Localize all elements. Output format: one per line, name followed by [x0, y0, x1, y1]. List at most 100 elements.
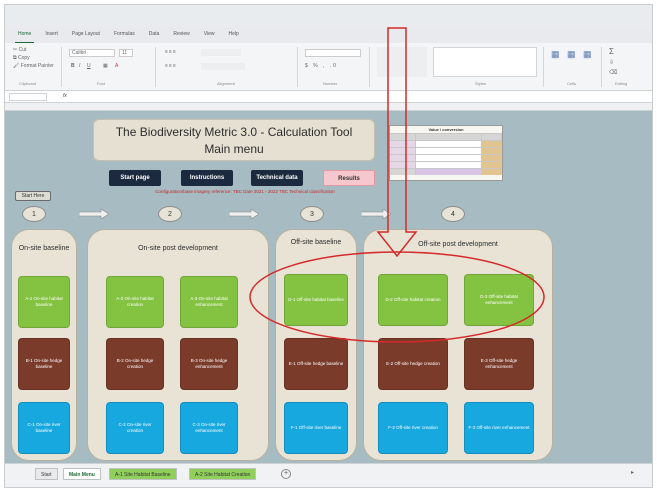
panel-title: Off-site baseline: [290, 239, 342, 246]
step-arrow: [79, 209, 109, 219]
sheet-tab-start[interactable]: Start: [35, 468, 58, 480]
fill-icon[interactable]: ⇩: [609, 59, 614, 66]
card-e1-offsite-hedge-baseline[interactable]: E-1 Off-site hedge baseline: [284, 338, 348, 390]
italic-icon[interactable]: I: [79, 63, 80, 69]
panel-on-site-post-development: On-site post development A-2 On-site hab…: [87, 229, 269, 461]
panel-off-site-post-development: Off-site post development D-2 Off-site h…: [363, 229, 553, 461]
panel-on-site-baseline: On-site baseline A-1 On-site habitat bas…: [11, 229, 77, 461]
format-cells-icon[interactable]: ▦: [583, 49, 592, 60]
card-a2-onsite-habitat-creation[interactable]: A-2 On-site habitat creation: [106, 276, 164, 328]
step-3-circle: 3: [300, 206, 324, 222]
number-format-icons[interactable]: $ % , .0: [305, 63, 338, 69]
delete-cells-icon[interactable]: ▦: [567, 49, 576, 60]
insert-cells-icon[interactable]: ▦: [551, 49, 560, 60]
screenshot-frame: Home Insert Page Layout Formulas Data Re…: [4, 4, 653, 488]
step-1-circle: 1: [22, 206, 46, 222]
format-painter-button[interactable]: 🖌 Format Painter: [13, 63, 54, 69]
number-format-select[interactable]: [305, 49, 361, 57]
group-label-clipboard: Clipboard: [19, 81, 37, 86]
card-c1-onsite-river-baseline[interactable]: C-1 On-site river baseline: [18, 402, 70, 454]
name-box[interactable]: [9, 93, 47, 101]
card-e2-offsite-hedge-creation[interactable]: E-2 Off-site hedge creation: [378, 338, 448, 390]
panel-title: On-site baseline: [18, 245, 70, 252]
panel-title: Off-site post development: [418, 241, 498, 248]
ribbon-divider: [601, 47, 602, 87]
start-page-button[interactable]: Start page: [109, 170, 161, 186]
card-a3-onsite-habitat-enhancement[interactable]: A-3 On-site habitat enhancement: [180, 276, 238, 328]
merge-center-button[interactable]: [201, 63, 245, 70]
step-arrow: [229, 209, 259, 219]
fx-icon[interactable]: fx: [63, 93, 67, 99]
group-label-cells: Cells: [567, 81, 576, 86]
title-line-2: Main menu: [204, 142, 264, 156]
bold-icon[interactable]: B: [71, 63, 75, 69]
scroll-right-icon[interactable]: ▸: [631, 469, 634, 476]
cut-button[interactable]: ✂ Cut: [13, 47, 26, 53]
card-f3-offsite-river-enhancement[interactable]: F-3 Off-site river enhancement: [464, 402, 534, 454]
ribbon-divider: [369, 47, 370, 87]
card-d1-offsite-habitat-baseline[interactable]: D-1 Off-site habitat baseline: [284, 274, 348, 326]
group-label-editing: Editing: [615, 81, 628, 86]
formula-bar: fx: [5, 91, 652, 103]
font-name-select[interactable]: Calibri: [69, 49, 115, 57]
group-label-font: Font: [97, 81, 106, 86]
tab-review[interactable]: Review: [170, 31, 192, 43]
wrap-text-button[interactable]: [201, 49, 241, 56]
window-top-strip: [5, 5, 652, 27]
conversions-table: Value / conversion: [389, 125, 503, 181]
ribbon-divider: [61, 47, 62, 87]
card-f1-offsite-river-baseline[interactable]: F-1 Off-site river baseline: [284, 402, 348, 454]
card-d2-offsite-habitat-creation[interactable]: D-2 Off-site habitat creation: [378, 274, 448, 326]
align-top-icons[interactable]: ≡≡≡: [165, 49, 177, 55]
card-c3-onsite-river-enhancement[interactable]: C-3 On-site river enhancement: [180, 402, 238, 454]
card-b1-onsite-hedge-baseline[interactable]: B-1 On-site hedge baseline: [18, 338, 70, 390]
underline-icon[interactable]: U: [87, 63, 91, 69]
tab-formulas[interactable]: Formulas: [111, 31, 138, 43]
panel-title: On-site post development: [138, 245, 218, 252]
group-label-alignment: Alignment: [217, 81, 235, 86]
tab-data[interactable]: Data: [146, 31, 163, 43]
font-size-select[interactable]: 11: [119, 49, 133, 57]
tab-help[interactable]: Help: [226, 31, 242, 43]
ribbon-divider: [297, 47, 298, 87]
borders-icon[interactable]: ▦: [103, 63, 108, 69]
autosum-icon[interactable]: Σ: [609, 47, 614, 56]
sheet-tab-a1-site-habitat-baseline[interactable]: A-1 Site Habitat Baseline: [109, 468, 177, 480]
sheet-tab-a2-site-habitat-creation[interactable]: A-2 Site Habitat Creation: [189, 468, 257, 480]
ribbon-divider: [155, 47, 156, 87]
card-c2-onsite-river-creation[interactable]: C-2 On-site river creation: [106, 402, 164, 454]
step-arrow: [361, 209, 391, 219]
align-left-icons[interactable]: ≡≡≡: [165, 63, 177, 69]
tab-insert[interactable]: Insert: [42, 31, 61, 43]
copy-button[interactable]: ⧉ Copy: [13, 55, 30, 61]
technical-data-button[interactable]: Technical data: [251, 170, 303, 186]
clear-icon[interactable]: ⌫: [609, 69, 617, 76]
card-b2-onsite-hedge-creation[interactable]: B-2 On-site hedge creation: [106, 338, 164, 390]
column-headers: [5, 103, 652, 111]
tab-home[interactable]: Home: [15, 31, 35, 43]
formula-input[interactable]: [77, 93, 637, 101]
conversions-title: Value / conversion: [428, 127, 464, 132]
add-sheet-icon[interactable]: +: [281, 469, 291, 479]
instructions-button[interactable]: Instructions: [181, 170, 233, 186]
card-f2-offsite-river-creation[interactable]: F-2 Off-site river creation: [378, 402, 448, 454]
card-d3-offsite-habitat-enhancement[interactable]: D-3 Off-site habitat enhancement: [464, 274, 534, 326]
cell-styles-gallery[interactable]: [433, 47, 537, 77]
title-line-1: The Biodiversity Metric 3.0 - Calculatio…: [115, 125, 353, 139]
card-e3-offsite-hedge-enhancement[interactable]: E-3 Off-site hedge enhancement: [464, 338, 534, 390]
disclaimer-text: Configuration/base imagery reference: TB…: [155, 189, 335, 194]
tab-page-layout[interactable]: Page Layout: [69, 31, 103, 43]
group-label-number: Number: [323, 81, 338, 86]
results-button[interactable]: Results: [323, 170, 375, 186]
sheet-tabs-bar: Start Main Menu A-1 Site Habitat Baselin…: [5, 463, 652, 487]
card-b3-onsite-hedge-enhancement[interactable]: B-3 On-site hedge enhancement: [180, 338, 238, 390]
card-a1-onsite-habitat-baseline[interactable]: A-1 On-site habitat baseline: [18, 276, 70, 328]
font-color-icon[interactable]: A: [115, 63, 118, 69]
worksheet-area[interactable]: The Biodiversity Metric 3.0 - Calculatio…: [5, 111, 652, 463]
sheet-tab-main-menu[interactable]: Main Menu: [63, 468, 101, 480]
group-label-styles: Styles: [475, 81, 486, 86]
start-here-button[interactable]: Start Here: [15, 191, 51, 201]
conditional-formatting-button[interactable]: [377, 47, 427, 77]
ribbon-divider: [543, 47, 544, 87]
tab-view[interactable]: View: [201, 31, 218, 43]
